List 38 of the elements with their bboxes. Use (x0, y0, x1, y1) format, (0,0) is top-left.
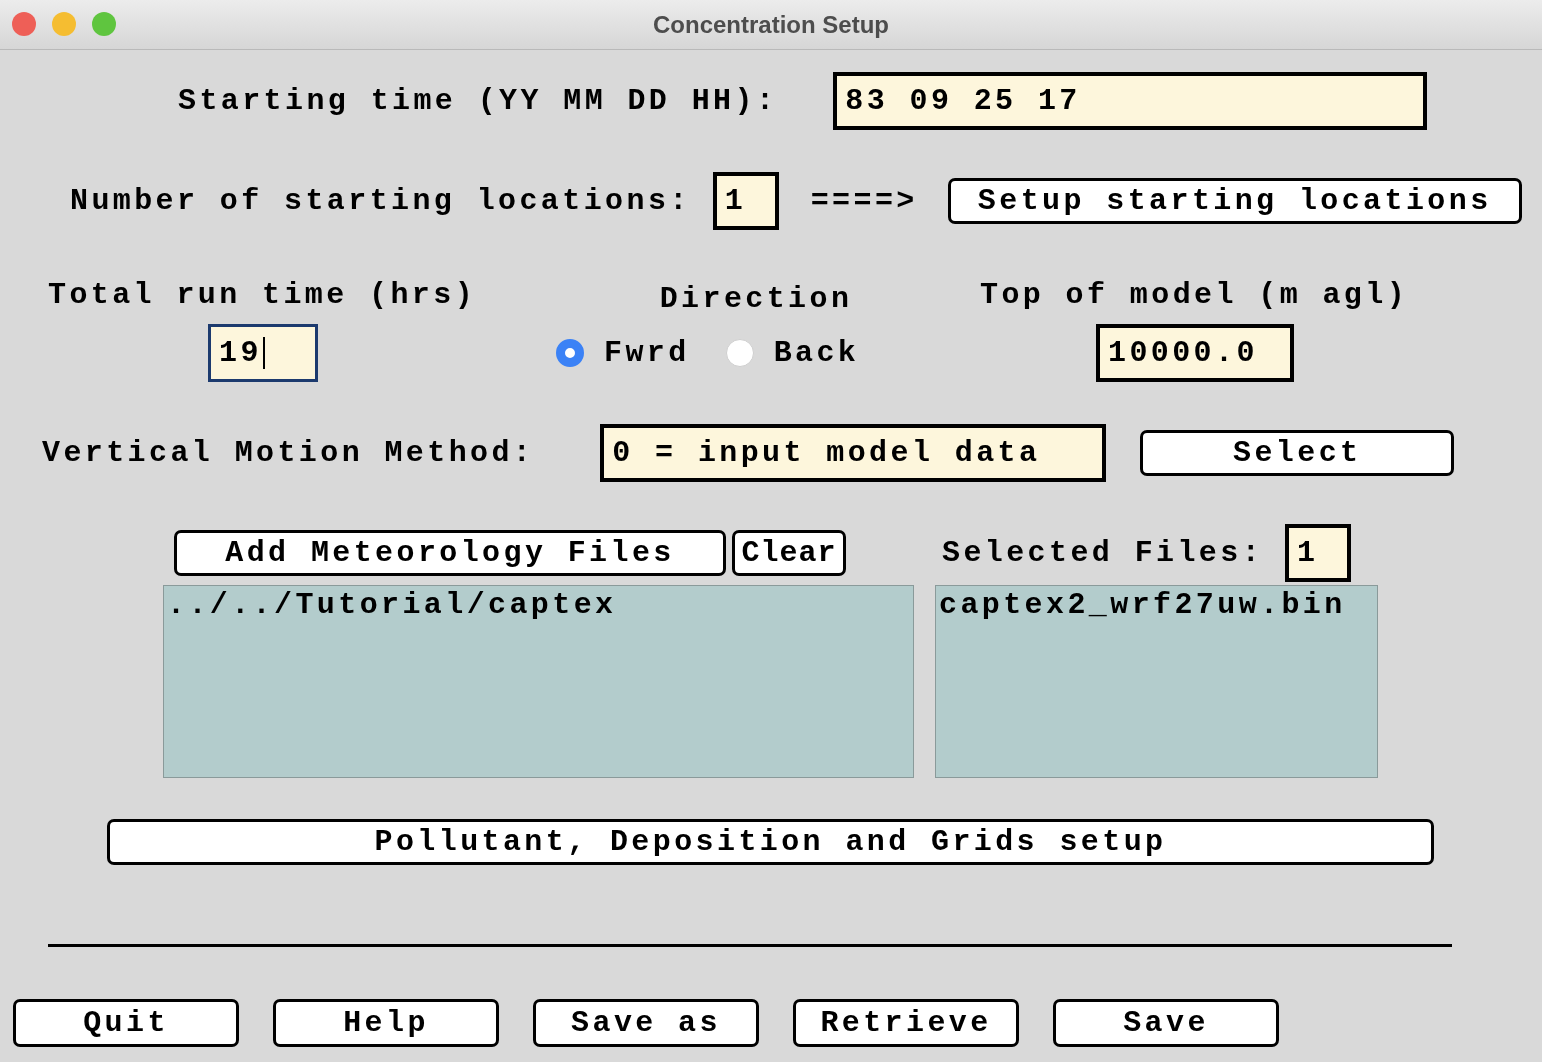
radio-label: Back (773, 336, 860, 370)
arrow-text: ====> (810, 184, 918, 218)
field-label: Starting time (YY MM DD HH): (178, 84, 778, 118)
input-field[interactable]: 1 (712, 172, 779, 230)
input-field[interactable]: 0 = input model data (600, 424, 1107, 482)
setup-button[interactable]: Setup starting locations (947, 178, 1522, 224)
input-field[interactable]: 83 09 25 17 (833, 72, 1428, 130)
file-list[interactable]: captex2_wrf27uw.bin (935, 585, 1378, 778)
window-title: Concentration Setup (653, 10, 889, 39)
action-button[interactable]: Save as (533, 999, 759, 1047)
action-button[interactable]: Retrieve (793, 999, 1019, 1047)
field-label: Selected Files: (942, 536, 1264, 570)
list-item[interactable]: ../../Tutorial/captex (167, 586, 913, 624)
field-label: Vertical Motion Method: (42, 436, 535, 470)
field-label: Top of model (m agl) (980, 278, 1409, 312)
add-files-button[interactable]: Add Meteorology Files (174, 530, 726, 576)
radio-label: Fwrd (604, 336, 690, 370)
directory-list[interactable]: ../../Tutorial/captex (163, 585, 914, 778)
field-value: 19 (219, 336, 262, 370)
action-button[interactable]: Save (1053, 999, 1279, 1047)
action-button[interactable]: Help (273, 999, 499, 1047)
field-label: Number of starting locations: (70, 184, 691, 218)
select-button[interactable]: Select (1140, 430, 1455, 476)
group-label: Direction (659, 282, 853, 316)
minimize-icon[interactable] (52, 12, 76, 36)
close-icon[interactable] (12, 12, 36, 36)
count-field[interactable]: 1 (1285, 524, 1352, 582)
field-label: Total run time (hrs) (48, 278, 478, 312)
text-cursor (262, 337, 265, 369)
action-button[interactable]: Quit (13, 999, 239, 1047)
zoom-icon[interactable] (92, 12, 116, 36)
input-field[interactable]: 10000.0 (1096, 324, 1294, 382)
clear-button[interactable]: Clear (732, 530, 846, 576)
setup-button[interactable]: Pollutant, Deposition and Grids setup (107, 819, 1434, 865)
list-item[interactable]: captex2_wrf27uw.bin (939, 586, 1377, 624)
radio-button[interactable] (556, 339, 584, 367)
input-field[interactable]: 19 (208, 324, 318, 382)
radio-button[interactable] (725, 339, 754, 367)
